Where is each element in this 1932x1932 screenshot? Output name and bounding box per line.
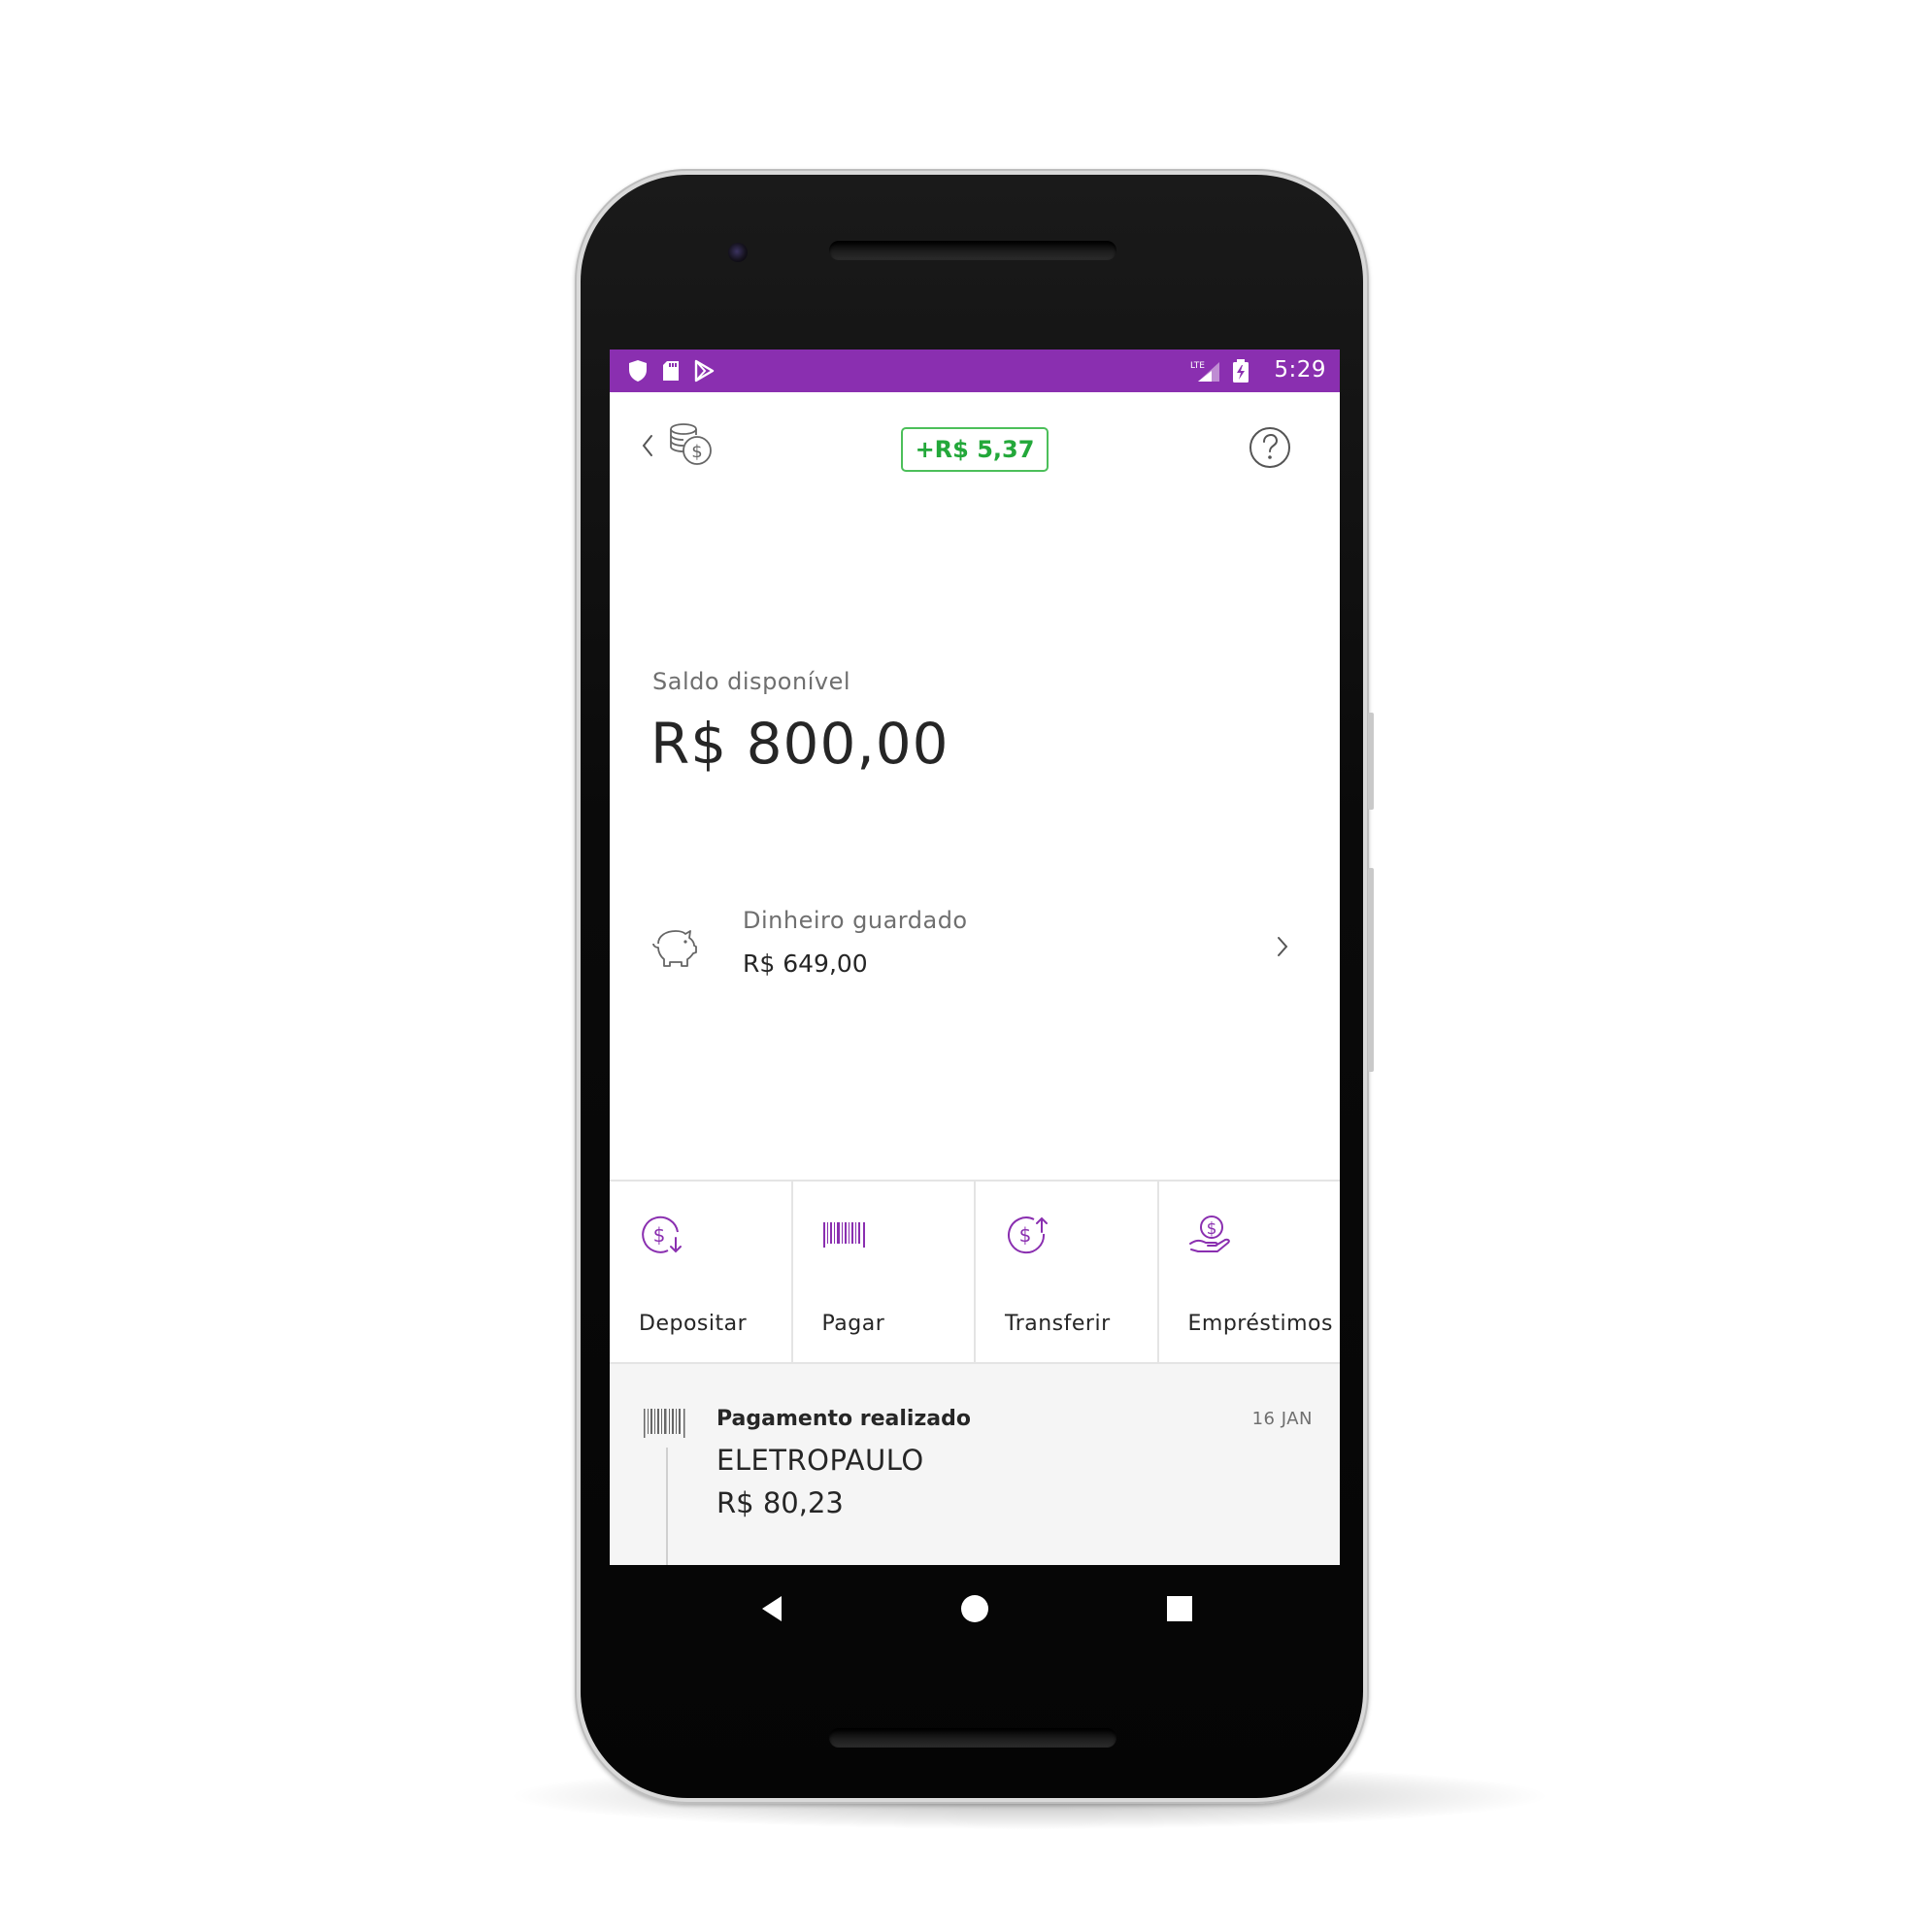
earpiece-speaker <box>829 241 1116 260</box>
back-triangle-icon[interactable] <box>749 1584 798 1633</box>
product-shot: LTE 5:29 $ +R$ 5,37 Saldo disponível R$ … <box>0 0 1932 1932</box>
deposit-icon: $ <box>642 1216 682 1253</box>
transfer-label: Transferir <box>1005 1312 1111 1336</box>
activity-feed: Pagamento realizado 16 JAN ELETROPAULO R… <box>610 1364 1340 1565</box>
coins-dollar-icon[interactable]: $ <box>666 421 715 468</box>
feed-item-date: 16 JAN <box>1251 1409 1313 1429</box>
shield-icon <box>629 360 647 382</box>
chevron-left-icon[interactable] <box>639 431 656 460</box>
svg-text:$: $ <box>1019 1223 1032 1247</box>
phone-bezel: LTE 5:29 $ +R$ 5,37 Saldo disponível R$ … <box>581 175 1363 1798</box>
app-screen: LTE 5:29 $ +R$ 5,37 Saldo disponível R$ … <box>610 350 1340 1565</box>
saved-money-label: Dinheiro guardado <box>743 907 968 934</box>
barcode-icon <box>644 1409 685 1438</box>
status-bar: LTE 5:29 <box>610 350 1340 392</box>
balance-label: Saldo disponível <box>652 668 850 695</box>
balance-value: R$ 800,00 <box>650 711 949 777</box>
lte-label: LTE <box>1190 361 1205 371</box>
deposit-label: Depositar <box>639 1312 748 1336</box>
loans-label: Empréstimos <box>1187 1312 1333 1336</box>
pay-button[interactable]: Pagar <box>793 1182 976 1362</box>
saved-money-value: R$ 649,00 <box>743 949 868 978</box>
barcode-icon <box>822 1222 865 1248</box>
lte-signal-icon: LTE <box>1190 361 1219 382</box>
feed-item-merchant: ELETROPAULO <box>716 1444 924 1477</box>
power-button <box>1368 713 1374 810</box>
deposit-button[interactable]: $ Depositar <box>610 1182 793 1362</box>
piggy-bank-icon <box>652 930 697 967</box>
loans-button[interactable]: $ Empréstimos <box>1159 1182 1341 1362</box>
svg-text:$: $ <box>653 1223 666 1247</box>
system-nav-bar <box>610 1565 1340 1652</box>
earnings-badge[interactable]: +R$ 5,37 <box>901 427 1049 472</box>
recents-square-icon[interactable] <box>1155 1584 1204 1633</box>
saved-money-row[interactable]: Dinheiro guardado R$ 649,00 <box>610 893 1340 1010</box>
feed-item-amount: R$ 80,23 <box>716 1486 844 1519</box>
front-camera <box>728 243 748 262</box>
battery-charging-icon <box>1233 359 1249 383</box>
phone-device: LTE 5:29 $ +R$ 5,37 Saldo disponível R$ … <box>575 169 1374 1804</box>
play-store-icon <box>694 359 715 383</box>
bottom-speaker <box>829 1728 1116 1748</box>
action-bar: $ Depositar Pagar $ Transferir $ Emprést… <box>610 1180 1340 1364</box>
loan-hand-icon: $ <box>1188 1216 1230 1252</box>
sd-card-icon <box>663 361 679 381</box>
feed-item-title: Pagamento realizado <box>716 1407 971 1431</box>
chevron-right-icon <box>1278 937 1288 956</box>
transfer-button[interactable]: $ Transferir <box>976 1182 1159 1362</box>
timeline-line <box>666 1448 668 1565</box>
top-bar: $ +R$ 5,37 <box>610 392 1340 509</box>
transfer-icon: $ <box>1008 1216 1048 1254</box>
volume-button <box>1368 868 1374 1072</box>
pay-label: Pagar <box>821 1312 885 1336</box>
home-circle-icon[interactable] <box>950 1584 999 1633</box>
svg-text:$: $ <box>1206 1219 1216 1239</box>
clock: 5:29 <box>1274 357 1326 383</box>
svg-text:$: $ <box>691 442 702 462</box>
help-circle-icon[interactable] <box>1248 425 1292 470</box>
